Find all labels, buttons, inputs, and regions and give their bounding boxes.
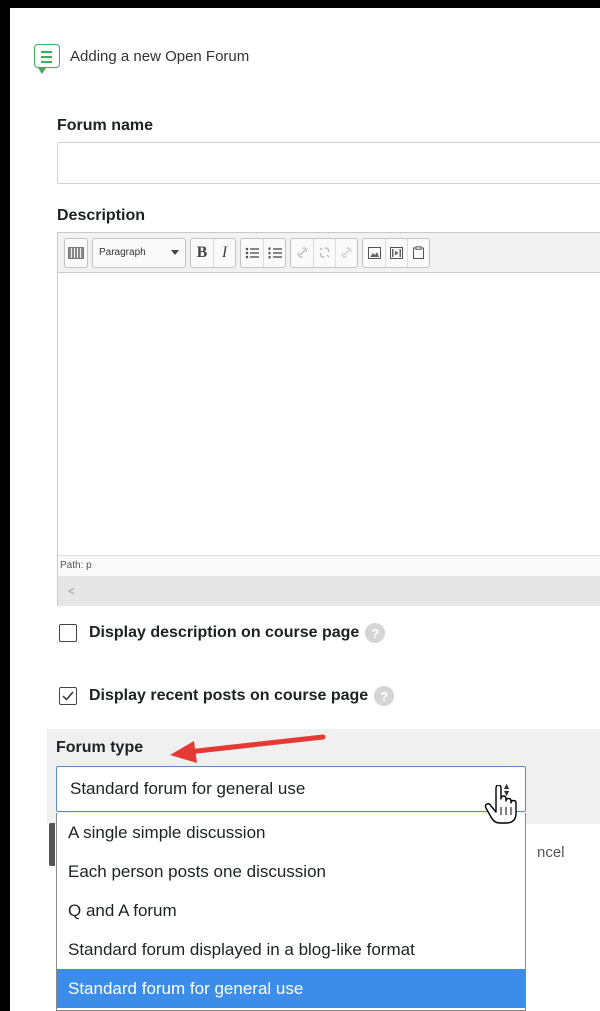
page-frame: Adding a new Open Forum Forum name Descr…	[10, 8, 600, 1011]
annotation-arrow	[170, 734, 326, 763]
hand-pointer-cursor-icon	[484, 785, 517, 824]
